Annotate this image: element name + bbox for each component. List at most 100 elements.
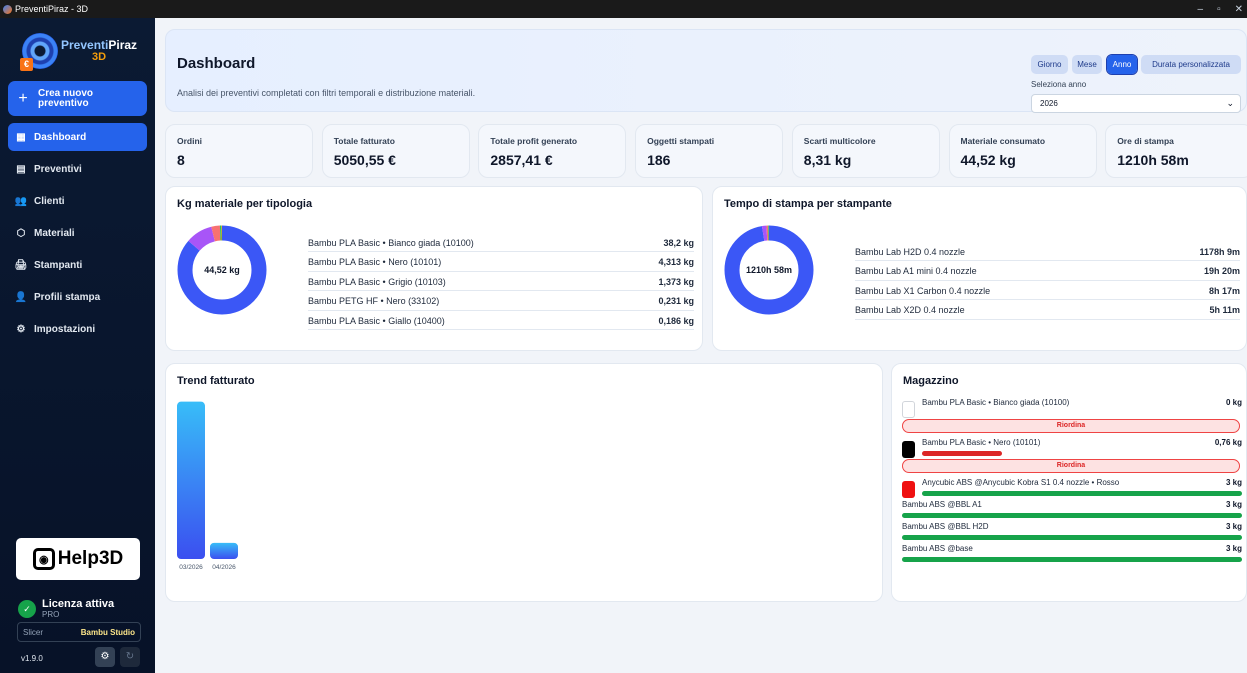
sidebar-item-label: Clienti bbox=[34, 195, 65, 207]
printers-title: Tempo di stampa per stampante bbox=[724, 198, 892, 210]
legend-value: 1178h 9m bbox=[1199, 246, 1240, 257]
sidebar-item-preventivi[interactable]: ▤ Preventivi bbox=[8, 155, 147, 183]
year-select-label: Seleziona anno bbox=[1031, 80, 1087, 89]
legend-value: 8h 17m bbox=[1208, 285, 1240, 296]
legend-name: Bambu PLA Basic • Nero (10101) bbox=[308, 257, 442, 267]
stat-value: 1210h 58m bbox=[1117, 152, 1189, 168]
window-title: PreventiPiraz - 3D bbox=[15, 4, 89, 14]
warehouse-title: Magazzino bbox=[903, 375, 959, 387]
trend-bar[interactable] bbox=[210, 542, 238, 559]
minimize-button[interactable]: – bbox=[1198, 4, 1204, 15]
warehouse-item-name: Anycubic ABS @Anycubic Kobra S1 0.4 nozz… bbox=[922, 478, 1120, 487]
reorder-button[interactable]: Riordina bbox=[902, 459, 1240, 473]
stat-value: 8,31 kg bbox=[803, 152, 852, 168]
stat-label: Ordini bbox=[177, 136, 203, 146]
legend-row: Bambu Lab A1 mini 0.4 nozzle 19h 20m bbox=[855, 263, 1240, 281]
sidebar-item-materiali[interactable]: ⬡ Materiali bbox=[8, 219, 147, 247]
legend-value: 38,2 kg bbox=[663, 237, 694, 248]
sync-button[interactable]: ↻ bbox=[120, 647, 140, 667]
nav-icon: 👤 bbox=[14, 291, 28, 303]
stock-level-bar bbox=[902, 535, 1242, 540]
warehouse-item-qty: 3 kg bbox=[1225, 544, 1242, 553]
trend-bar[interactable] bbox=[177, 401, 205, 559]
sidebar-item-clienti[interactable]: 👥 Clienti bbox=[8, 187, 147, 215]
legend-name: Bambu PLA Basic • Bianco giada (10100) bbox=[308, 237, 474, 248]
stat-label: Scarti multicolore bbox=[803, 136, 876, 146]
sidebar-item-impostazioni[interactable]: ⚙ Impostazioni bbox=[8, 315, 147, 343]
stat-label: Ore di stampa bbox=[1117, 136, 1174, 146]
warehouse-card: Magazzino Bambu PLA Basic • Bianco giada… bbox=[891, 363, 1247, 602]
year-select[interactable]: 2026 ⌄ bbox=[1031, 94, 1241, 113]
materials-card: Kg materiale per tipologia 44,52 kg Bamb… bbox=[165, 186, 703, 351]
stat-card: Materiale consumato 44,52 kg bbox=[948, 124, 1097, 178]
period-custom-button[interactable]: Durata personalizzata bbox=[1141, 55, 1241, 74]
period-year-button[interactable]: Anno bbox=[1106, 54, 1138, 75]
trend-tick-label: 04/2026 bbox=[212, 564, 236, 571]
help3d-logo-text: Help3D bbox=[57, 548, 124, 569]
sidebar-item-profili-stampa[interactable]: 👤 Profili stampa bbox=[8, 283, 147, 311]
stock-level-bar bbox=[922, 451, 1002, 456]
period-month-button[interactable]: Mese bbox=[1072, 55, 1102, 74]
close-button[interactable]: ✕ bbox=[1235, 4, 1243, 15]
slicer-indicator[interactable]: Slicer Bambu Studio bbox=[17, 622, 141, 642]
plus-icon: + bbox=[18, 89, 28, 107]
sidebar-item-stampanti[interactable]: 🖨 Stampanti bbox=[8, 251, 147, 279]
warehouse-item-name: Bambu ABS @BBL A1 bbox=[902, 500, 982, 509]
license-tier: PRO bbox=[42, 610, 60, 619]
legend-name: Bambu PLA Basic • Giallo (10400) bbox=[308, 315, 445, 326]
period-day-button[interactable]: Giorno bbox=[1031, 55, 1068, 74]
materials-donut-center: 44,52 kg bbox=[204, 265, 240, 275]
help3d-logo[interactable]: ◉ Help3D bbox=[16, 538, 140, 580]
nav-icon: ▤ bbox=[16, 163, 26, 175]
trend-tick-label: 03/2026 bbox=[179, 564, 203, 571]
nav-icon: ⬡ bbox=[16, 227, 26, 239]
legend-row: Bambu PLA Basic • Bianco giada (10100) 38… bbox=[308, 234, 694, 252]
nav-icon: ⚙ bbox=[16, 323, 26, 335]
legend-name: Bambu PLA Basic • Grigio (10103) bbox=[308, 276, 446, 287]
legend-value: 1,373 kg bbox=[658, 276, 694, 287]
license-status: ✓ Licenza attiva PRO bbox=[18, 598, 114, 619]
brand-name-b: Piraz bbox=[108, 38, 138, 52]
warehouse-item-qty: 0 kg bbox=[1225, 398, 1242, 407]
settings-gear-button[interactable]: ⚙ bbox=[95, 647, 115, 667]
app-logo: € PreventiPiraz 3D bbox=[20, 28, 140, 74]
filament-swatch bbox=[902, 441, 915, 458]
reorder-button[interactable]: Riordina bbox=[902, 419, 1240, 433]
stat-card: Oggetti stampati 186 bbox=[635, 124, 784, 178]
legend-value: 5h 11m bbox=[1209, 305, 1240, 315]
spool-icon: € bbox=[20, 33, 58, 71]
sidebar: € PreventiPiraz 3D + Crea nuovo preventiv… bbox=[0, 18, 155, 673]
sidebar-item-label: Preventivi bbox=[34, 163, 82, 175]
warehouse-item-name: Bambu PLA Basic • Nero (10101) bbox=[922, 438, 1041, 447]
new-quote-button[interactable]: + Crea nuovo preventivo bbox=[8, 81, 147, 116]
euro-badge: € bbox=[20, 58, 33, 71]
sidebar-item-label: Impostazioni bbox=[34, 323, 96, 335]
legend-row: Bambu Lab X1 Carbon 0.4 nozzle 8h 17m bbox=[855, 282, 1240, 300]
help3d-box-icon: ◉ bbox=[32, 548, 55, 570]
revenue-trend-title: Trend fatturato bbox=[177, 375, 255, 387]
legend-value: 0,186 kg bbox=[658, 315, 694, 326]
sidebar-item-label: Profili stampa bbox=[34, 291, 101, 303]
stock-level-bar bbox=[922, 491, 1242, 496]
nav-icon: ▦ bbox=[16, 131, 26, 143]
legend-row: Bambu Lab X2D 0.4 nozzle 5h 11m bbox=[855, 302, 1240, 320]
sidebar-item-dashboard[interactable]: ▦ Dashboard bbox=[8, 123, 147, 151]
stat-value: 5050,55 € bbox=[333, 152, 396, 168]
warehouse-item-name: Bambu ABS @BBL H2D bbox=[902, 522, 989, 531]
nav-icon: 👥 bbox=[14, 195, 28, 207]
license-title: Licenza attiva bbox=[42, 598, 115, 610]
warehouse-item-qty: 3 kg bbox=[1225, 500, 1242, 509]
app-icon bbox=[3, 4, 12, 14]
new-quote-label: Crea nuovo preventivo bbox=[38, 87, 94, 109]
stock-level-bar bbox=[902, 513, 1242, 518]
stat-value: 44,52 kg bbox=[960, 152, 1016, 168]
warehouse-item-qty: 3 kg bbox=[1225, 522, 1242, 531]
page-subtitle: Analisi dei preventivi completati con fi… bbox=[177, 88, 476, 98]
maximize-button[interactable]: ▫ bbox=[1217, 4, 1221, 15]
stat-card: Scarti multicolore 8,31 kg bbox=[791, 124, 940, 178]
legend-name: Bambu Lab A1 mini 0.4 nozzle bbox=[855, 266, 977, 276]
printers-card: Tempo di stampa per stampante 1210h 58m … bbox=[712, 186, 1247, 351]
stat-label: Totale profit generato bbox=[490, 136, 578, 146]
warehouse-item-name: Bambu PLA Basic • Bianco giada (10100) bbox=[922, 398, 1070, 407]
stat-label: Materiale consumato bbox=[960, 136, 1046, 146]
